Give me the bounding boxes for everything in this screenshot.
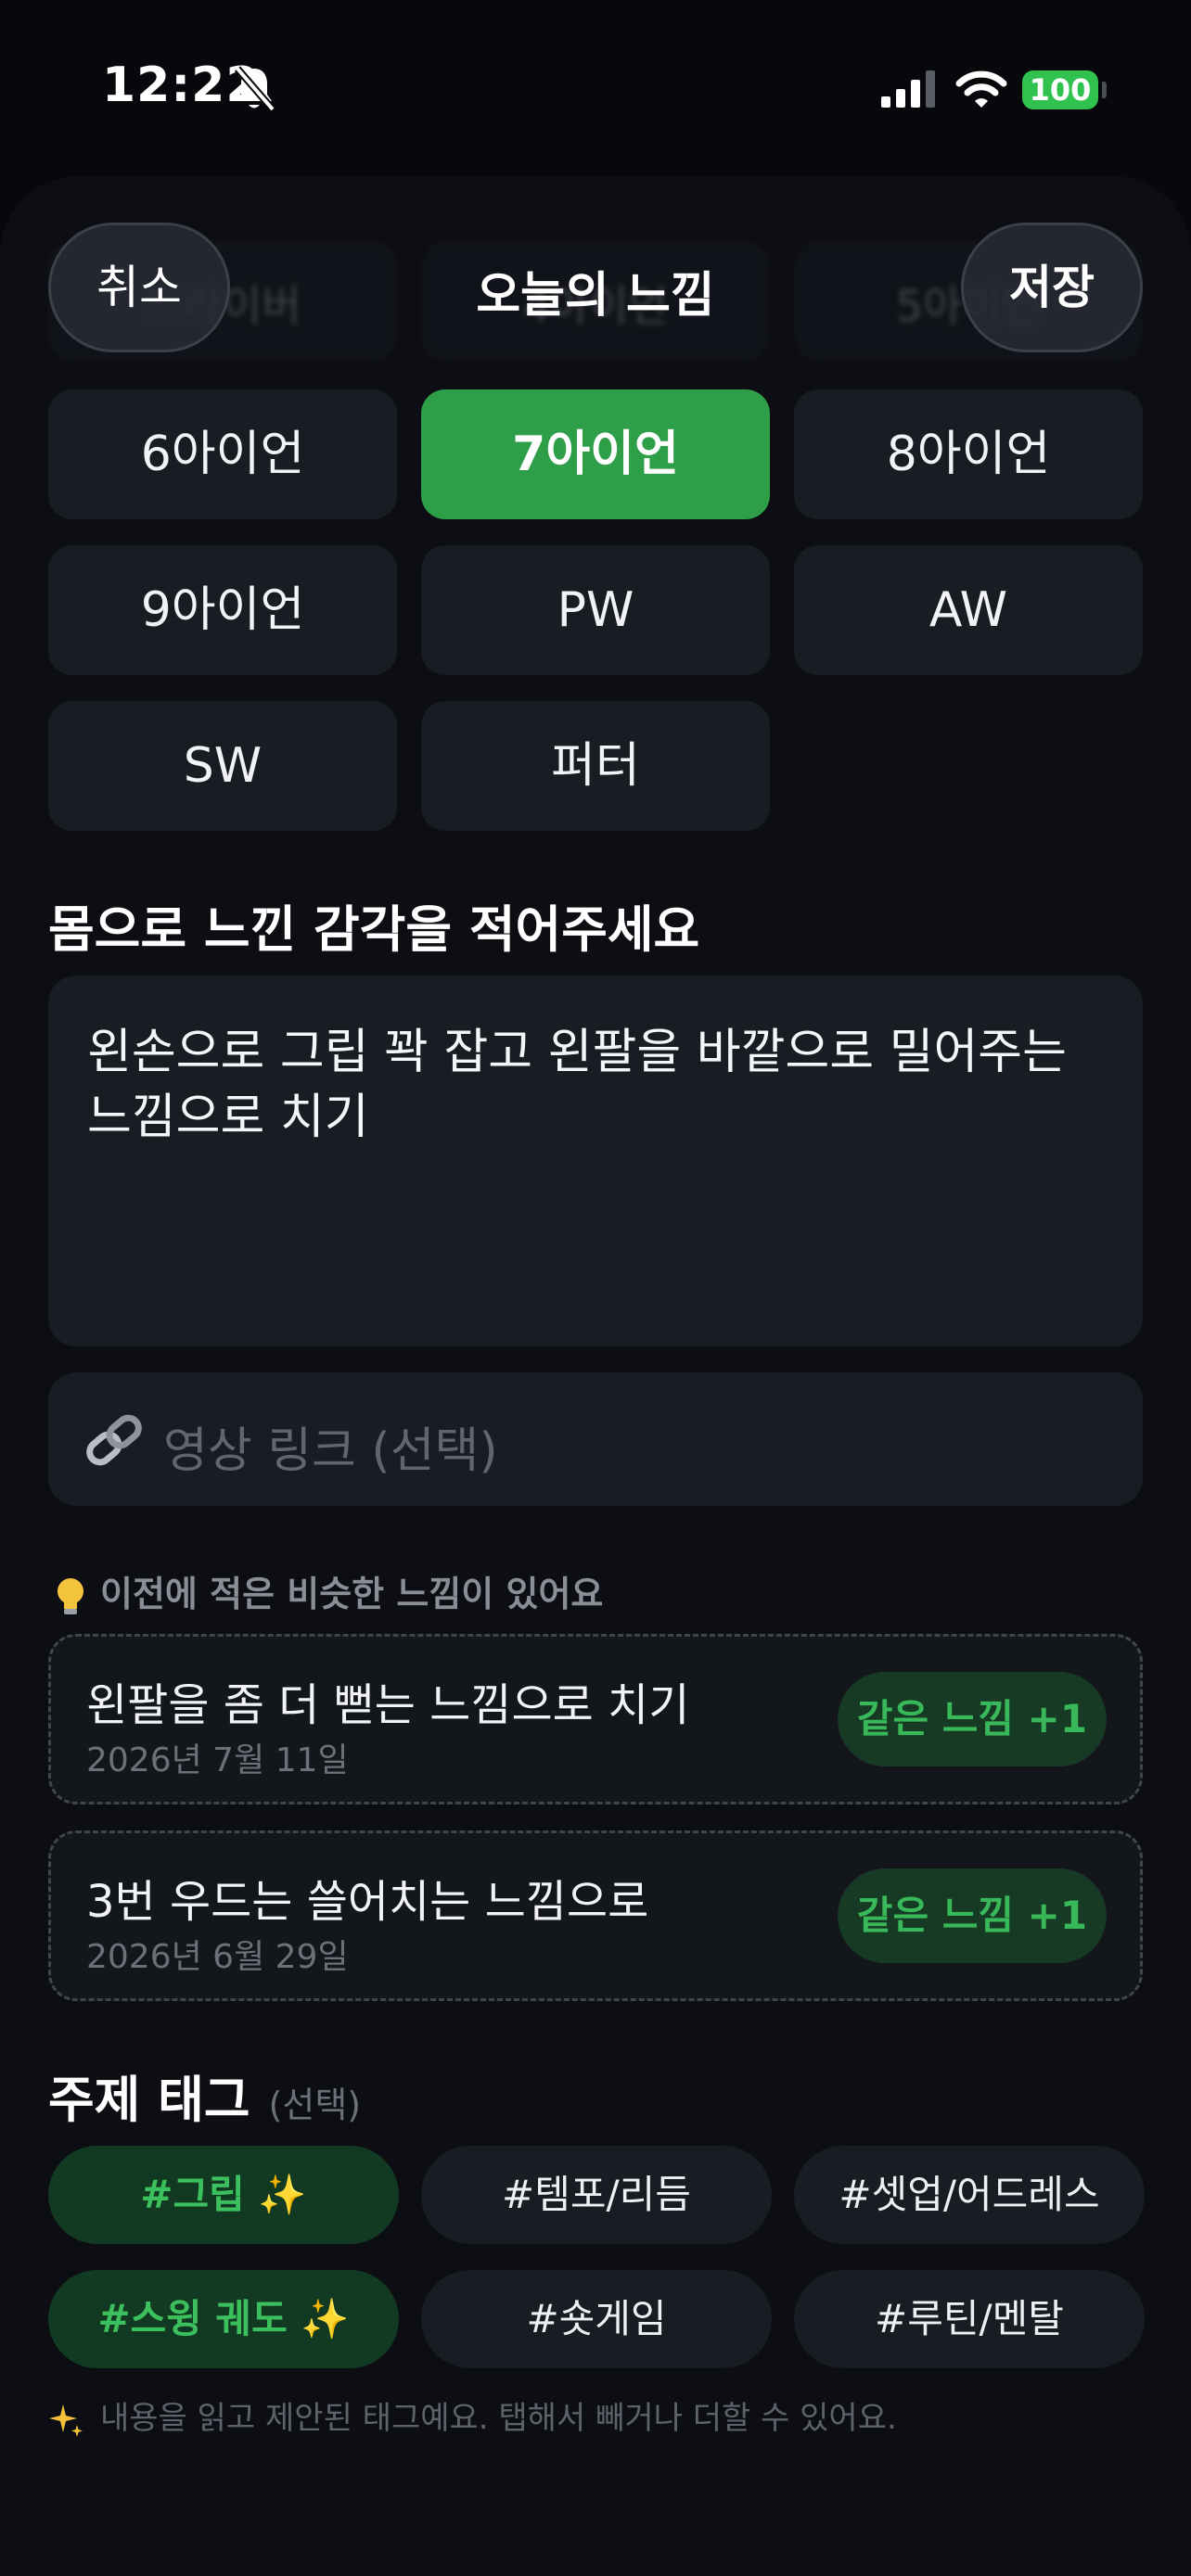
similar-hint: 이전에 적은 비슷한 느낌이 있어요 xyxy=(54,1565,603,1617)
tags-footnote: 내용을 읽고 제안된 태그예요. 탭해서 빼거나 더할 수 있어요. xyxy=(48,2392,897,2438)
tag-swing-path[interactable]: #스윙 궤도 ✨ xyxy=(48,2270,399,2368)
club-button-8iron[interactable]: 8아이언 xyxy=(794,389,1143,519)
tags-title-text: 주제 태그 xyxy=(48,2071,250,2129)
same-feeling-button[interactable]: 같은 느낌 +1 xyxy=(838,1672,1107,1766)
wifi-icon xyxy=(955,70,1007,108)
similar-feeling-date: 2026년 7월 11일 xyxy=(86,1741,349,1779)
tag-routine-mental[interactable]: #루틴/멘탈 xyxy=(794,2270,1145,2368)
link-icon xyxy=(86,1414,142,1466)
club-button-aw[interactable]: AW xyxy=(794,545,1143,675)
similar-hint-text: 이전에 적은 비슷한 느낌이 있어요 xyxy=(100,1574,604,1614)
video-link-input[interactable]: 영상 링크 (선택) xyxy=(48,1372,1143,1506)
save-button[interactable]: 저장 xyxy=(961,223,1143,352)
feeling-section-title: 몸으로 느낀 감각을 적어주세요 xyxy=(48,900,700,959)
signal-icon xyxy=(881,70,935,108)
feeling-textarea[interactable]: 왼손으로 그립 꽉 잡고 왼팔을 바깥으로 밀어주는 느낌으로 치기 xyxy=(48,976,1143,1346)
tags-section-title: 주제 태그 (선택) xyxy=(48,2059,361,2132)
battery-indicator: 100 xyxy=(1022,70,1098,109)
club-button-sw[interactable]: SW xyxy=(48,701,397,831)
status-bar: 12:22 100 xyxy=(0,0,1191,176)
bell-slash-icon xyxy=(234,66,276,112)
similar-feeling-text: 3번 우드는 쓸어치는 느낌으로 xyxy=(86,1876,649,1928)
club-button-9iron[interactable]: 9아이언 xyxy=(48,545,397,675)
same-feeling-button[interactable]: 같은 느낌 +1 xyxy=(838,1868,1107,1963)
sparkle-icon xyxy=(49,2404,83,2437)
lightbulb-icon xyxy=(58,1577,83,1614)
video-link-placeholder: 영상 링크 (선택) xyxy=(163,1423,498,1479)
tag-grip[interactable]: #그립 ✨ xyxy=(48,2146,399,2244)
club-button-putter[interactable]: 퍼터 xyxy=(421,701,770,831)
battery-nub xyxy=(1102,82,1107,98)
club-button-6iron[interactable]: 6아이언 xyxy=(48,389,397,519)
similar-feeling-text: 왼팔을 좀 더 뻗는 느낌으로 치기 xyxy=(86,1679,690,1731)
similar-feeling-card[interactable]: 왼팔을 좀 더 뻗는 느낌으로 치기 2026년 7월 11일 같은 느낌 +1 xyxy=(48,1634,1143,1804)
similar-feeling-card[interactable]: 3번 우드는 쓸어치는 느낌으로 2026년 6월 29일 같은 느낌 +1 xyxy=(48,1830,1143,2001)
similar-feeling-date: 2026년 6월 29일 xyxy=(86,1938,349,1976)
tag-short-game[interactable]: #숏게임 xyxy=(421,2270,772,2368)
tag-tempo-rhythm[interactable]: #템포/리듬 xyxy=(421,2146,772,2244)
tag-setup-address[interactable]: #셋업/어드레스 xyxy=(794,2146,1145,2244)
tags-optional-label: (선택) xyxy=(268,2085,362,2125)
club-button-pw[interactable]: PW xyxy=(421,545,770,675)
tags-footnote-text: 내용을 읽고 제안된 태그예요. 탭해서 빼거나 더할 수 있어요. xyxy=(100,2400,897,2437)
club-button-7iron[interactable]: 7아이언 xyxy=(421,389,770,519)
